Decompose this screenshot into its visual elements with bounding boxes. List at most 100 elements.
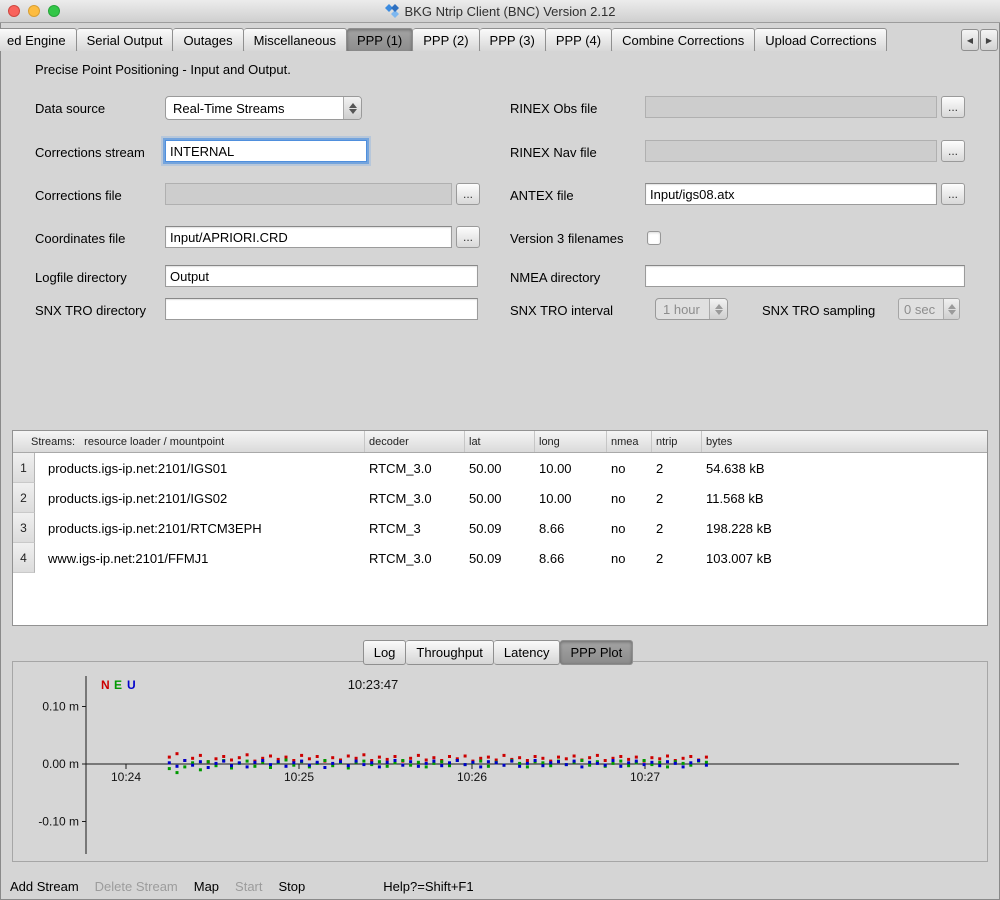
- close-window-button[interactable]: [8, 5, 20, 17]
- delete-stream-button[interactable]: Delete Stream: [95, 879, 178, 894]
- table-cell: 8.66: [535, 543, 607, 573]
- ppp-plot-canvas: 0.10 m0.00 m-0.10 m10:2410:2510:2610:27N…: [13, 662, 987, 861]
- table-cell: RTCM_3: [365, 513, 465, 543]
- antex-file-label: ANTEX file: [510, 188, 574, 203]
- tab-scroll-controls: ◀ ▶: [960, 29, 998, 51]
- column-header: bytes: [702, 431, 987, 452]
- corrections-stream-input[interactable]: [165, 140, 367, 162]
- snx-tro-sampling-spinner[interactable]: 0 sec: [898, 298, 960, 320]
- tab-ppp-2[interactable]: PPP (2): [413, 28, 479, 51]
- table-cell: no: [607, 543, 652, 573]
- table-row[interactable]: 3products.igs-ip.net:2101/RTCM3EPHRTCM_3…: [13, 513, 987, 543]
- svg-text:N: N: [101, 678, 110, 692]
- tab-miscellaneous[interactable]: Miscellaneous: [244, 28, 347, 51]
- table-row[interactable]: 4www.igs-ip.net:2101/FFMJ1RTCM_3.050.098…: [13, 543, 987, 573]
- rinex-obs-file-label: RINEX Obs file: [510, 101, 597, 116]
- data-source-select[interactable]: Real-Time Streams: [165, 96, 362, 120]
- main-tab-bar: ed EngineSerial OutputOutagesMiscellaneo…: [0, 28, 1000, 51]
- tab-outages[interactable]: Outages: [173, 28, 243, 51]
- table-cell: no: [607, 513, 652, 543]
- coordinates-file-browse-button[interactable]: ...: [456, 226, 480, 248]
- plot-tab-ppp-plot[interactable]: PPP Plot: [560, 640, 633, 665]
- tab-ppp-3[interactable]: PPP (3): [480, 28, 546, 51]
- svg-text:U: U: [127, 678, 136, 692]
- snx-tro-directory-input[interactable]: [165, 298, 478, 320]
- rinex-nav-file-browse-button[interactable]: ...: [941, 140, 965, 162]
- start-button[interactable]: Start: [235, 879, 262, 894]
- table-cell: RTCM_3.0: [365, 453, 465, 483]
- corrections-file-label: Corrections file: [35, 188, 122, 203]
- table-cell: no: [607, 453, 652, 483]
- panel-heading: Precise Point Positioning - Input and Ou…: [35, 62, 291, 77]
- tab-upload-corrections[interactable]: Upload Corrections: [755, 28, 887, 51]
- svg-text:0.10 m: 0.10 m: [42, 700, 79, 714]
- table-cell: 103.007 kB: [702, 543, 987, 573]
- svg-text:-0.10 m: -0.10 m: [38, 815, 79, 829]
- bottom-toolbar: Add Stream Delete Stream Map Start Stop Help…: [0, 872, 1000, 900]
- table-cell: 50.09: [465, 543, 535, 573]
- column-header: Streams: resource loader / mountpoint: [13, 431, 365, 452]
- plot-tab-bar: LogThroughputLatencyPPP Plot: [0, 640, 1000, 662]
- svg-text:10:23:47: 10:23:47: [348, 677, 399, 692]
- table-cell: 10.00: [535, 483, 607, 513]
- nmea-directory-label: NMEA directory: [510, 270, 600, 285]
- table-cell: 2: [652, 483, 702, 513]
- tab-serial-output[interactable]: Serial Output: [77, 28, 174, 51]
- version3-filenames-label: Version 3 filenames: [510, 231, 623, 246]
- spinner-updown-icon: [943, 299, 959, 319]
- bnc-window: { "window": { "title": "BKG Ntrip Client…: [0, 0, 1000, 900]
- logfile-directory-label: Logfile directory: [35, 270, 127, 285]
- column-header: ntrip: [652, 431, 702, 452]
- tab-scroll-left-button[interactable]: ◀: [961, 29, 979, 51]
- coordinates-file-label: Coordinates file: [35, 231, 125, 246]
- plot-tab-throughput[interactable]: Throughput: [406, 640, 494, 665]
- help-hint: Help?=Shift+F1: [383, 879, 473, 894]
- tab-ppp-4[interactable]: PPP (4): [546, 28, 612, 51]
- streams-table: Streams: resource loader / mountpointdec…: [12, 430, 988, 626]
- table-cell: no: [607, 483, 652, 513]
- rinex-nav-file-label: RINEX Nav file: [510, 145, 597, 160]
- tab-scroll-right-button[interactable]: ▶: [980, 29, 998, 51]
- plot-tab-latency[interactable]: Latency: [494, 640, 561, 665]
- table-row[interactable]: 1products.igs-ip.net:2101/IGS01RTCM_3.05…: [13, 453, 987, 483]
- corrections-file-browse-button[interactable]: ...: [456, 183, 480, 205]
- plot-tab-log[interactable]: Log: [363, 640, 407, 665]
- ppp-plot-frame: 0.10 m0.00 m-0.10 m10:2410:2510:2610:27N…: [12, 661, 988, 862]
- tab-ppp-1[interactable]: PPP (1): [347, 28, 413, 51]
- row-number: 1: [13, 453, 35, 483]
- tab-ed-engine[interactable]: ed Engine: [0, 28, 77, 51]
- stop-button[interactable]: Stop: [279, 879, 306, 894]
- add-stream-button[interactable]: Add Stream: [10, 879, 79, 894]
- nmea-directory-input[interactable]: [645, 265, 965, 287]
- app-icon: [385, 4, 399, 18]
- rinex-obs-file-input: [645, 96, 937, 118]
- snx-tro-sampling-label: SNX TRO sampling: [762, 303, 875, 318]
- minimize-window-button[interactable]: [28, 5, 40, 17]
- column-header: long: [535, 431, 607, 452]
- column-header: nmea: [607, 431, 652, 452]
- antex-file-browse-button[interactable]: ...: [941, 183, 965, 205]
- table-cell: 11.568 kB: [702, 483, 987, 513]
- snx-tro-directory-label: SNX TRO directory: [35, 303, 146, 318]
- rinex-obs-file-browse-button[interactable]: ...: [941, 96, 965, 118]
- table-cell: 2: [652, 543, 702, 573]
- zoom-window-button[interactable]: [48, 5, 60, 17]
- table-cell: RTCM_3.0: [365, 483, 465, 513]
- table-cell: www.igs-ip.net:2101/FFMJ1: [35, 543, 365, 573]
- title-bar: BKG Ntrip Client (BNC) Version 2.12: [0, 0, 1000, 23]
- table-cell: RTCM_3.0: [365, 543, 465, 573]
- table-row[interactable]: 2products.igs-ip.net:2101/IGS02RTCM_3.05…: [13, 483, 987, 513]
- version3-filenames-checkbox[interactable]: [647, 231, 661, 245]
- corrections-file-input: [165, 183, 452, 205]
- antex-file-input[interactable]: [645, 183, 937, 205]
- table-cell: 198.228 kB: [702, 513, 987, 543]
- tab-combine-corrections[interactable]: Combine Corrections: [612, 28, 755, 51]
- svg-text:10:26: 10:26: [457, 770, 487, 784]
- table-cell: products.igs-ip.net:2101/IGS02: [35, 483, 365, 513]
- map-button[interactable]: Map: [194, 879, 219, 894]
- logfile-directory-input[interactable]: [165, 265, 478, 287]
- coordinates-file-input[interactable]: [165, 226, 452, 248]
- svg-text:0.00 m: 0.00 m: [42, 757, 79, 771]
- snx-tro-interval-select[interactable]: 1 hour: [655, 298, 728, 320]
- table-cell: 8.66: [535, 513, 607, 543]
